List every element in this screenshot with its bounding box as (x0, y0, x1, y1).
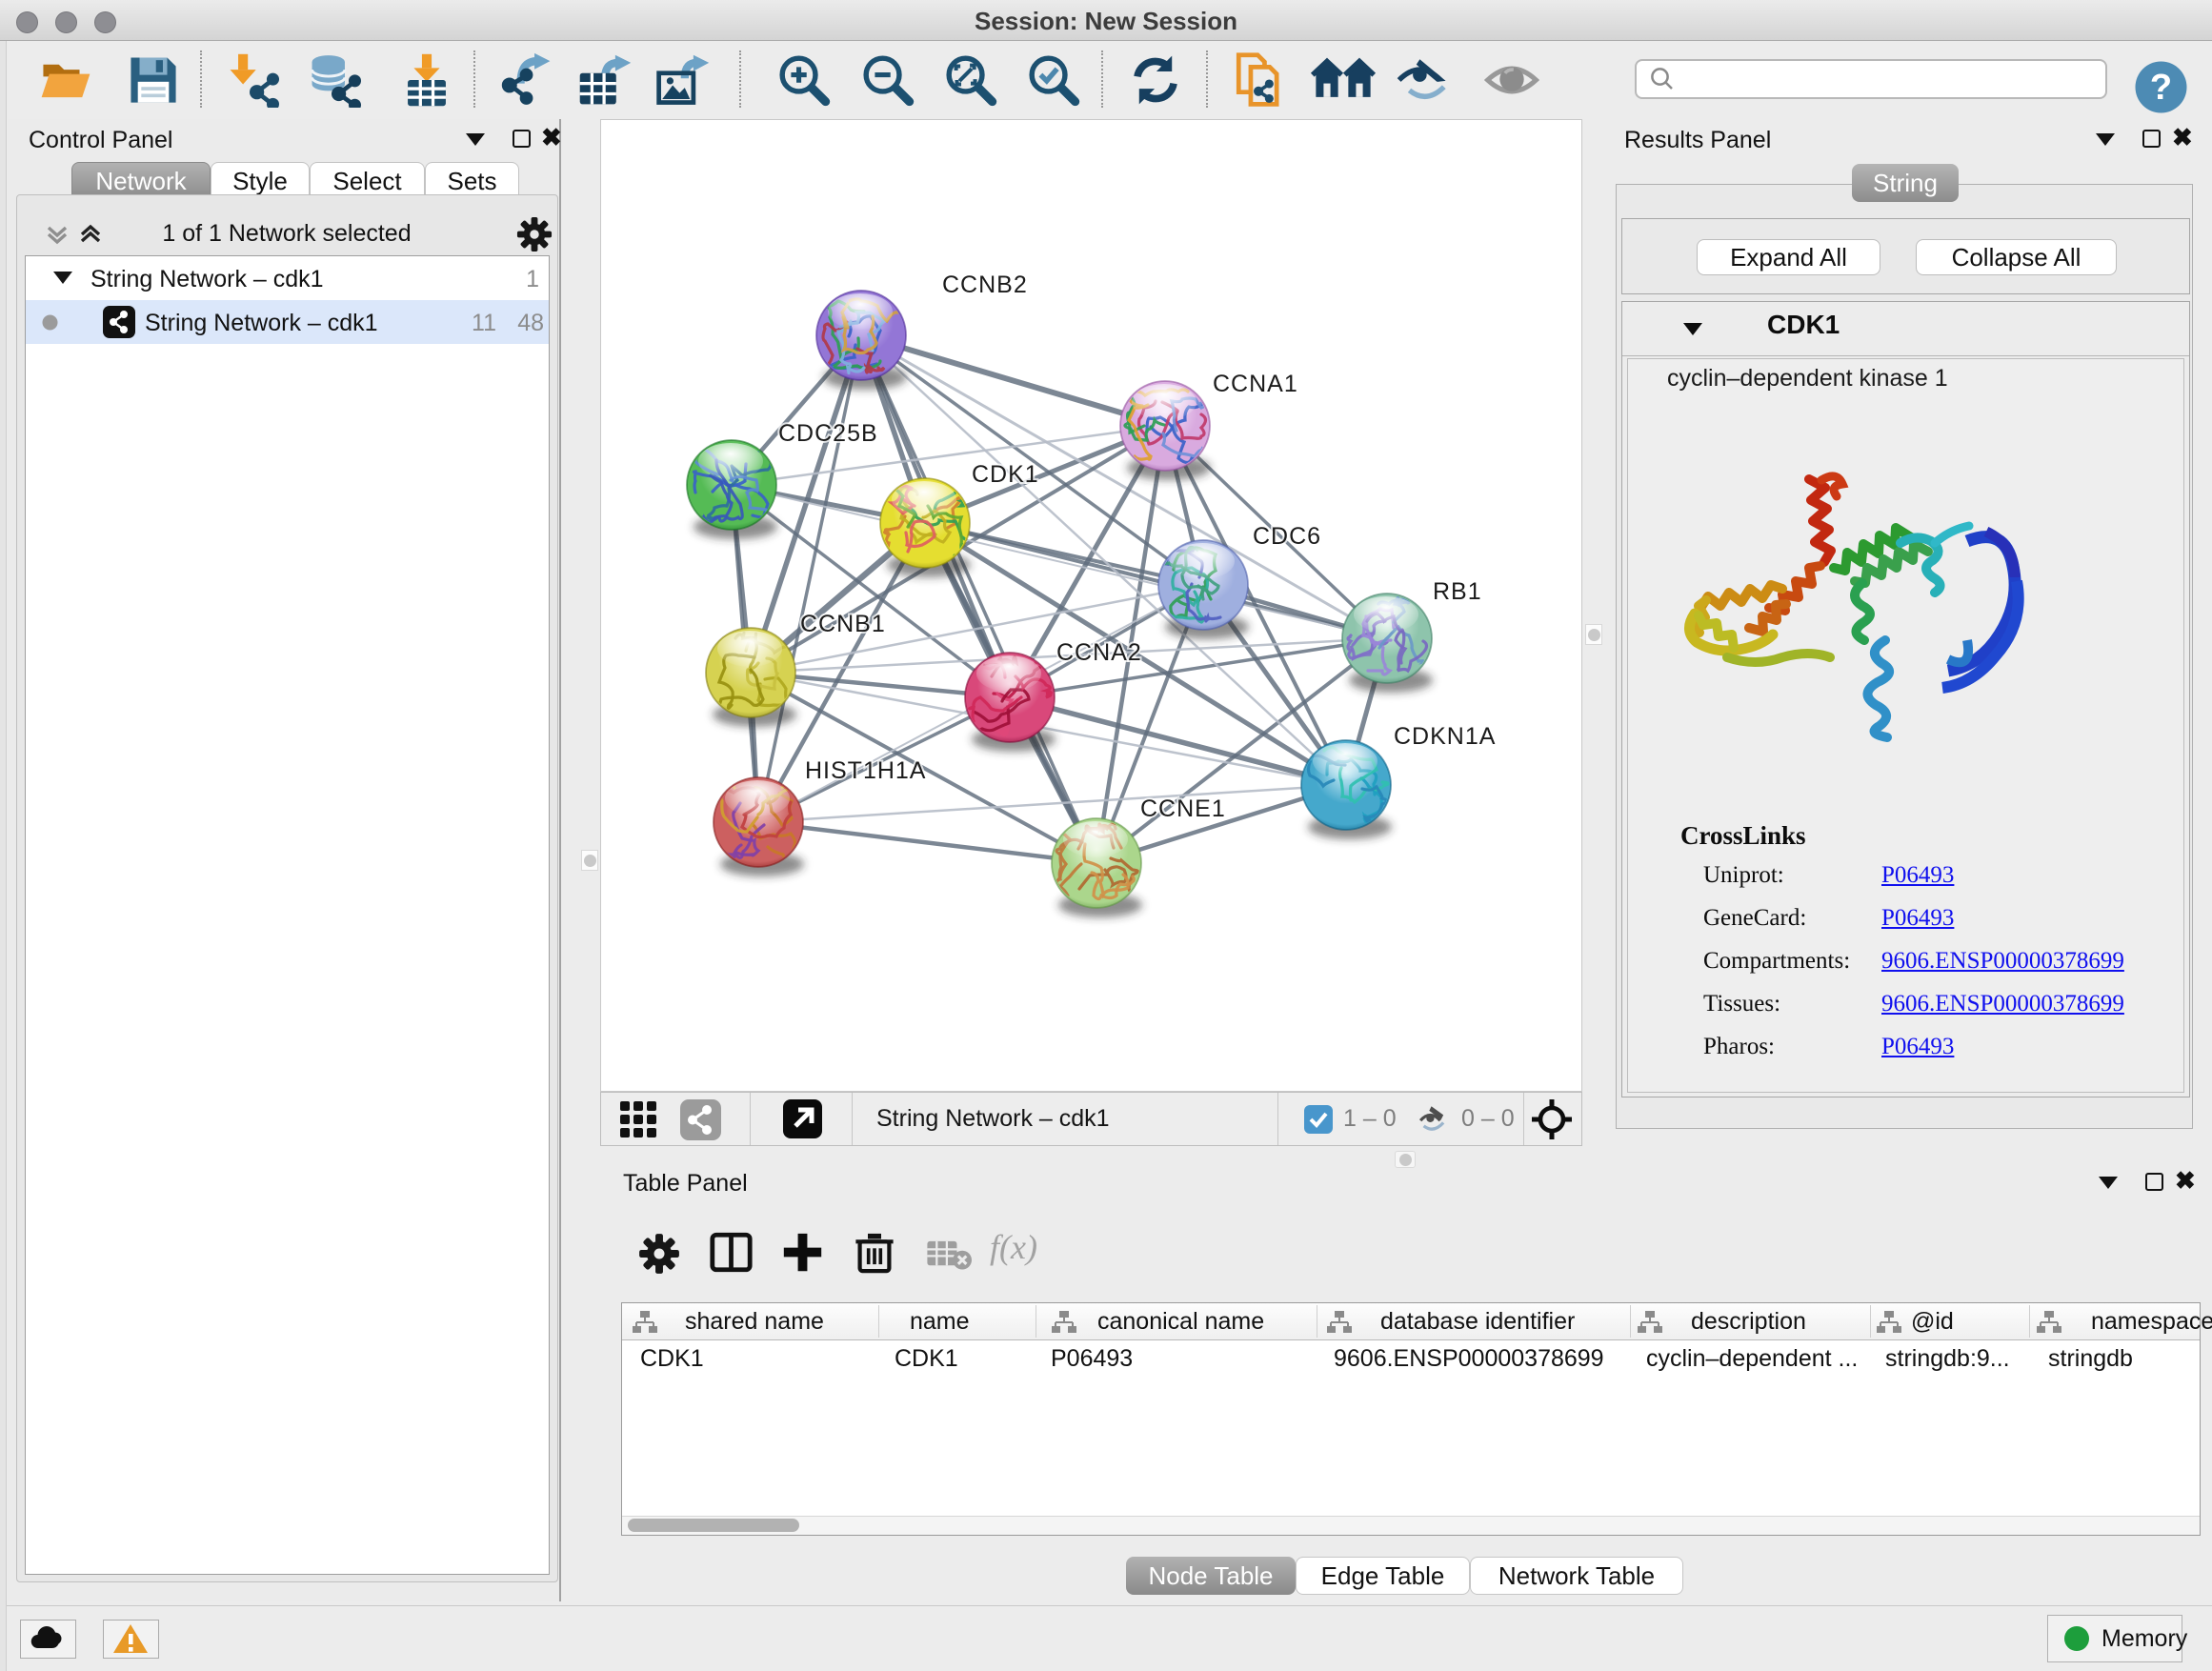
svg-text:CCNB1: CCNB1 (800, 611, 886, 637)
svg-text:CCNB2: CCNB2 (942, 272, 1028, 298)
svg-text:CCNA2: CCNA2 (1056, 639, 1142, 666)
svg-text:CCNA1: CCNA1 (1213, 371, 1298, 397)
svg-text:CDC6: CDC6 (1253, 523, 1321, 550)
svg-text:RB1: RB1 (1433, 578, 1482, 605)
svg-text:CDC25B: CDC25B (778, 420, 878, 447)
svg-text:CDKN1A: CDKN1A (1394, 723, 1496, 750)
svg-text:CDK1: CDK1 (972, 461, 1039, 488)
svg-text:HIST1H1A: HIST1H1A (805, 757, 926, 784)
svg-text:?: ? (2150, 68, 2172, 108)
svg-text:CCNE1: CCNE1 (1140, 795, 1226, 822)
